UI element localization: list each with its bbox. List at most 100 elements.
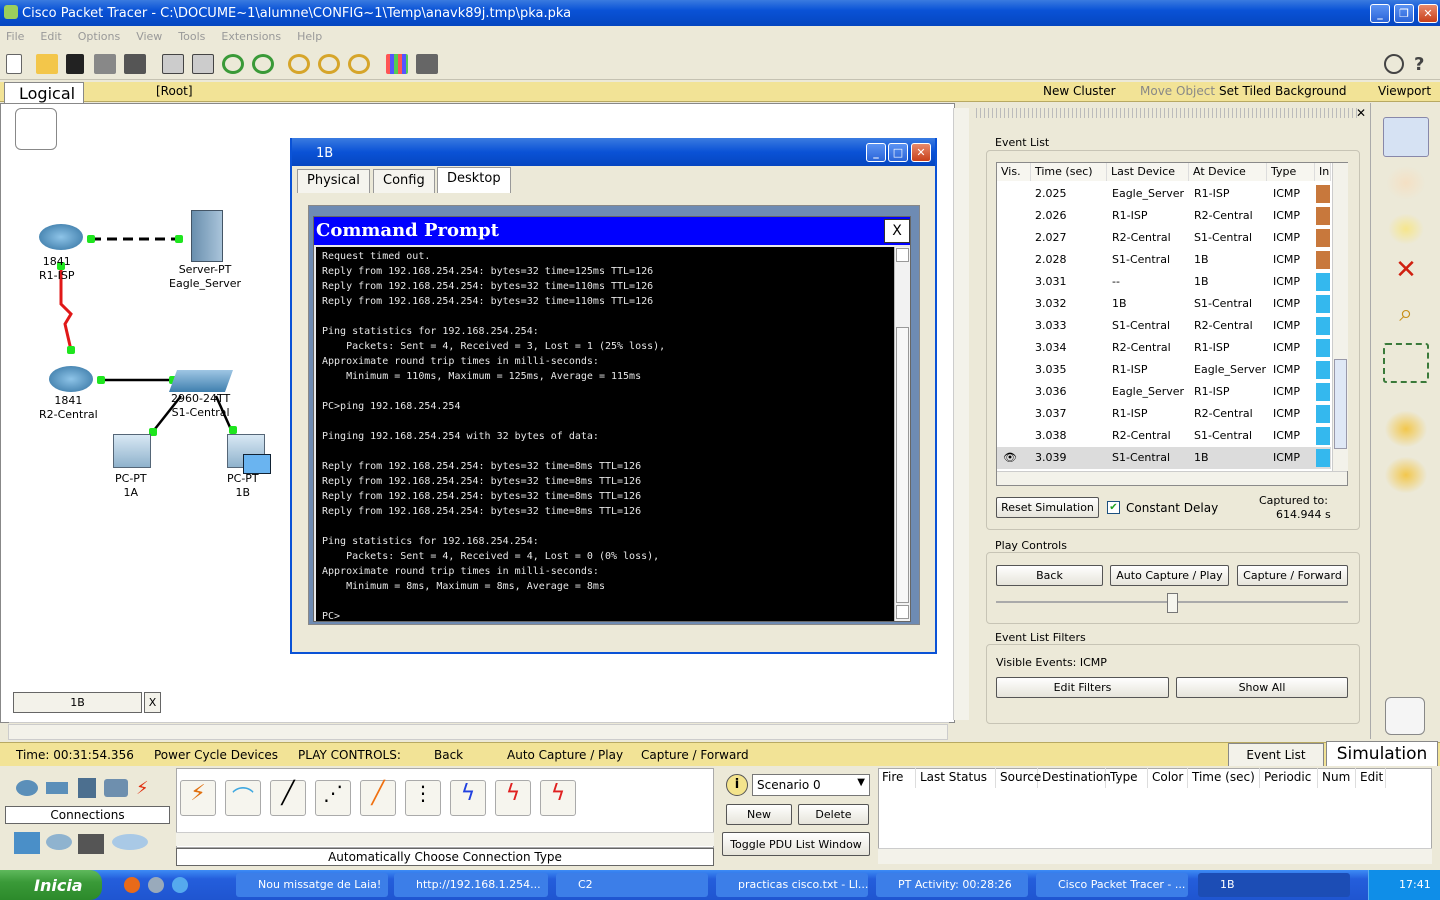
- logical-tab[interactable]: Logical: [4, 82, 84, 105]
- pdu-envelope-icon[interactable]: [243, 454, 271, 474]
- event-row[interactable]: 3.032 1B S1-Central ICMP: [997, 293, 1331, 315]
- pdu-col-color[interactable]: Color: [1148, 768, 1188, 788]
- resize-tool-icon[interactable]: [1383, 343, 1429, 383]
- dialog-maximize-button[interactable]: □: [888, 143, 908, 162]
- menu-help[interactable]: Help: [297, 30, 322, 43]
- event-color-swatch[interactable]: [1316, 361, 1330, 379]
- end-devices-category-icon[interactable]: [14, 832, 40, 854]
- event-row[interactable]: 3.034 R2-Central R1-ISP ICMP: [997, 337, 1331, 359]
- event-color-swatch[interactable]: [1316, 251, 1330, 269]
- terminal-output[interactable]: Request timed out. Reply from 192.168.254…: [316, 247, 894, 621]
- redo-icon[interactable]: [252, 54, 274, 74]
- event-row[interactable]: 3.033 S1-Central R2-Central ICMP: [997, 315, 1331, 337]
- serial-dce-cable-icon[interactable]: ϟ: [495, 780, 531, 816]
- event-list-table[interactable]: Vis. Time (sec) Last Device At Device Ty…: [996, 162, 1348, 486]
- pdu-col-destination[interactable]: Destination: [1038, 768, 1111, 788]
- server-icon[interactable]: [191, 210, 223, 262]
- col-info[interactable]: In: [1315, 163, 1331, 181]
- show-all-button[interactable]: Show All: [1176, 677, 1348, 698]
- eye-icon[interactable]: 👁: [1003, 451, 1017, 464]
- task-mail[interactable]: Nou missatge de Laia!: [236, 873, 388, 897]
- router-icon[interactable]: [39, 224, 83, 250]
- new-file-icon[interactable]: [6, 54, 22, 74]
- multiuser-category-icon[interactable]: [112, 834, 148, 850]
- zoom-out-icon[interactable]: [348, 54, 370, 74]
- terminal-scrollbar[interactable]: [894, 247, 910, 621]
- capture-forward-button[interactable]: Capture / Forward: [1237, 565, 1348, 586]
- pdu-col-num[interactable]: Num: [1318, 768, 1356, 788]
- console-cable-icon[interactable]: ⌒: [225, 780, 261, 816]
- add-complex-pdu-icon[interactable]: [1383, 455, 1429, 495]
- inspect-tool-icon[interactable]: ⌕: [1383, 299, 1429, 339]
- straight-through-cable-icon[interactable]: ╱: [270, 780, 306, 816]
- task-folder[interactable]: C2: [556, 873, 708, 897]
- delete-scenario-button[interactable]: Delete: [798, 804, 869, 825]
- event-scroll-thumb[interactable]: [1334, 359, 1347, 449]
- menu-options[interactable]: Options: [78, 30, 120, 43]
- zoom-reset-icon[interactable]: [318, 54, 340, 74]
- set-tiled-background-button[interactable]: Set Tiled Background: [1219, 84, 1347, 98]
- status-back-button[interactable]: Back: [434, 748, 463, 762]
- pdu-col-periodic[interactable]: Periodic: [1260, 768, 1318, 788]
- task-packet-tracer[interactable]: Cisco Packet Tracer - ...: [1036, 873, 1188, 897]
- pdu-col-edit[interactable]: Edit: [1356, 768, 1386, 788]
- event-row[interactable]: 2.026 R1-ISP R2-Central ICMP: [997, 205, 1331, 227]
- pc-icon[interactable]: [113, 434, 151, 468]
- menu-extensions[interactable]: Extensions: [221, 30, 281, 43]
- col-vis[interactable]: Vis.: [997, 163, 1031, 181]
- paste-icon[interactable]: [192, 54, 214, 74]
- wan-emulation-category-icon[interactable]: [46, 834, 72, 850]
- dialog-close-button[interactable]: ✕: [911, 143, 931, 162]
- event-row[interactable]: 2.027 R2-Central S1-Central ICMP: [997, 227, 1331, 249]
- device-tab-1b[interactable]: 1B: [13, 692, 142, 713]
- scenario-select[interactable]: Scenario 0 ▼: [752, 774, 870, 796]
- undo-icon[interactable]: [222, 54, 244, 74]
- dialog-minimize-button[interactable]: _: [866, 143, 886, 162]
- ie-icon[interactable]: [172, 877, 188, 893]
- hubs-category-icon[interactable]: [78, 778, 96, 798]
- col-type[interactable]: Type: [1267, 163, 1315, 181]
- add-simple-pdu-icon[interactable]: [1383, 409, 1429, 449]
- serial-dte-cable-icon[interactable]: ϟ: [540, 780, 576, 816]
- event-color-swatch[interactable]: [1316, 207, 1330, 225]
- maximize-button[interactable]: ❐: [1394, 4, 1414, 23]
- speed-slider-thumb[interactable]: [1167, 593, 1178, 613]
- event-color-swatch[interactable]: [1316, 405, 1330, 423]
- event-color-swatch[interactable]: [1316, 427, 1330, 445]
- pdu-col-source[interactable]: Source: [996, 768, 1041, 788]
- col-time[interactable]: Time (sec): [1031, 163, 1107, 181]
- pdu-list-hscroll[interactable]: [878, 848, 1432, 864]
- scenario-info-icon[interactable]: i: [726, 774, 748, 796]
- new-cluster-button[interactable]: New Cluster: [1043, 84, 1116, 98]
- event-color-swatch[interactable]: [1316, 229, 1330, 247]
- col-last-device[interactable]: Last Device: [1107, 163, 1189, 181]
- switches-category-icon[interactable]: [46, 782, 68, 794]
- event-row[interactable]: 3.037 R1-ISP R2-Central ICMP: [997, 403, 1331, 425]
- custom-device-icon[interactable]: [416, 54, 438, 74]
- tab-config[interactable]: Config: [373, 169, 435, 193]
- task-1b[interactable]: 1B: [1198, 873, 1350, 897]
- reset-simulation-button[interactable]: Reset Simulation: [996, 497, 1099, 518]
- event-color-swatch[interactable]: [1316, 449, 1330, 467]
- panel-close-icon[interactable]: ✕: [1356, 106, 1366, 120]
- event-color-swatch[interactable]: [1316, 295, 1330, 313]
- tab-desktop[interactable]: Desktop: [437, 167, 511, 193]
- pdu-col-last-status[interactable]: Last Status: [916, 768, 996, 788]
- task-notepad[interactable]: practicas cisco.txt - Ll...: [716, 873, 868, 897]
- event-color-swatch[interactable]: [1316, 383, 1330, 401]
- event-color-swatch[interactable]: [1316, 273, 1330, 291]
- quicklaunch-icon[interactable]: [148, 877, 164, 893]
- routers-category-icon[interactable]: [16, 780, 38, 796]
- scroll-down-arrow-icon[interactable]: [896, 605, 909, 619]
- connection-types-scroll[interactable]: [176, 832, 714, 846]
- open-folder-icon[interactable]: [36, 54, 58, 74]
- simulation-clock-icon[interactable]: [1385, 697, 1425, 735]
- viewport-button[interactable]: Viewport: [1378, 84, 1431, 98]
- firefox-icon[interactable]: [124, 877, 140, 893]
- note-tool-icon[interactable]: [1383, 209, 1429, 249]
- event-color-swatch[interactable]: [1316, 317, 1330, 335]
- move-object-button[interactable]: Move Object: [1140, 84, 1215, 98]
- event-color-swatch[interactable]: [1316, 339, 1330, 357]
- start-button[interactable]: Inicia: [0, 870, 102, 900]
- custom-made-category-icon[interactable]: [78, 834, 104, 854]
